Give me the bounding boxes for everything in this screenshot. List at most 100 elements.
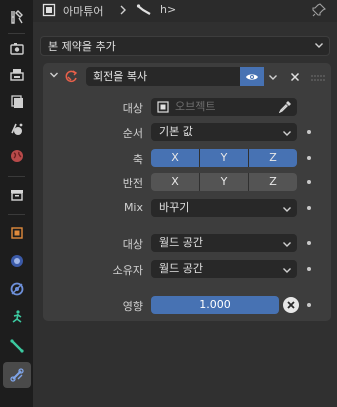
- tab-physics[interactable]: [3, 276, 31, 302]
- influence-row: 영향 1.000: [43, 295, 331, 315]
- tab-view-layer[interactable]: [3, 89, 31, 115]
- constraint-header: 회전을 복사: [43, 63, 331, 89]
- tab-separator: [8, 33, 25, 34]
- keyframe-dot[interactable]: [307, 206, 311, 210]
- tab-armature-data[interactable]: [3, 333, 31, 359]
- order-row: 순서 기본 값: [43, 122, 331, 142]
- owner-space-dropdown[interactable]: 월드 공간: [151, 260, 297, 278]
- breadcrumb: 아마튜어 h>: [33, 0, 337, 22]
- add-bone-constraint-label: 본 제약을 추가: [48, 40, 116, 53]
- axis-toggle-group: X Y Z: [151, 149, 297, 167]
- chevron-down-icon: [282, 237, 292, 255]
- eye-icon: [246, 73, 258, 80]
- properties-editor: 아마튜어 h> 본 제약을 추가 회전을 복사 대상 오브젝트 순서 기본 값 …: [33, 0, 337, 407]
- bone-constraint-icon: [10, 368, 24, 382]
- mix-row: Mix 바꾸기: [43, 198, 331, 218]
- target-space-value: 월드 공간: [159, 236, 203, 249]
- keyframe-dot[interactable]: [307, 303, 311, 307]
- target-space-row: 대상 월드 공간: [43, 233, 331, 253]
- chevron-down-icon: [269, 74, 277, 80]
- modifier-icon: [11, 255, 23, 267]
- target-space-label: 대상: [122, 238, 143, 251]
- target-row: 대상 오브젝트: [43, 97, 331, 117]
- tool-icon: [11, 10, 23, 24]
- properties-tab-strip: [0, 0, 33, 407]
- chevron-down-icon: [282, 263, 292, 281]
- tab-tool[interactable]: [3, 4, 31, 30]
- axis-row: 축 X Y Z: [43, 148, 331, 168]
- invert-label: 반전: [122, 177, 143, 190]
- collapse-chevron-icon[interactable]: [49, 70, 59, 80]
- target-label: 대상: [122, 102, 143, 115]
- invert-y-toggle[interactable]: Y: [200, 173, 249, 191]
- owner-space-row: 소유자 월드 공간: [43, 259, 331, 279]
- tab-collection[interactable]: [3, 182, 31, 208]
- invert-row: 반전 X Y Z: [43, 172, 331, 192]
- invert-x-toggle[interactable]: X: [151, 173, 200, 191]
- object-icon: [157, 101, 169, 116]
- target-object-field[interactable]: 오브젝트: [151, 98, 297, 116]
- tab-bone-constraint[interactable]: [3, 362, 31, 388]
- axis-label: 축: [132, 153, 143, 166]
- keyframe-dot[interactable]: [307, 156, 311, 160]
- tab-output[interactable]: [3, 62, 31, 88]
- target-placeholder: 오브젝트: [175, 100, 216, 113]
- chevron-right-icon: [119, 5, 127, 15]
- constraint-name-field[interactable]: 회전을 복사: [86, 67, 240, 86]
- view-layer-icon: [11, 95, 23, 108]
- add-bone-constraint-dropdown[interactable]: 본 제약을 추가: [40, 36, 330, 56]
- mix-label: Mix: [123, 201, 143, 214]
- keyframe-dot[interactable]: [307, 130, 311, 134]
- mix-value: 바꾸기: [159, 201, 190, 214]
- disable-keep-transform-button[interactable]: [283, 297, 299, 313]
- chevron-down-icon: [282, 126, 292, 144]
- tab-world[interactable]: [3, 143, 31, 169]
- copy-rotation-constraint-panel: 회전을 복사 대상 오브젝트 순서 기본 값 축 X Y Z 반전 X Y Z …: [43, 63, 331, 321]
- influence-label: 영향: [122, 300, 143, 313]
- output-icon: [10, 69, 24, 81]
- constraint-options-dropdown[interactable]: [264, 67, 282, 86]
- keyframe-dot[interactable]: [307, 180, 311, 184]
- render-icon: [10, 43, 24, 55]
- eyedropper-icon[interactable]: [278, 100, 292, 116]
- invert-toggle-group: X Y Z: [151, 173, 297, 191]
- remove-constraint-button[interactable]: [286, 67, 304, 86]
- scene-icon: [11, 123, 23, 135]
- influence-slider[interactable]: 1.000: [151, 296, 279, 314]
- tab-object-constraint[interactable]: [3, 304, 31, 330]
- owner-space-label: 소유자: [112, 264, 143, 277]
- close-icon: [287, 301, 295, 309]
- chevron-down-icon: [282, 202, 292, 220]
- tab-render[interactable]: [3, 36, 31, 62]
- close-icon: [290, 72, 300, 81]
- pin-icon[interactable]: [312, 3, 326, 17]
- object-constraint-icon: [12, 310, 22, 323]
- keyframe-dot[interactable]: [307, 267, 311, 271]
- target-space-dropdown[interactable]: 월드 공간: [151, 234, 297, 252]
- axis-x-toggle[interactable]: X: [151, 149, 200, 167]
- mix-dropdown[interactable]: 바꾸기: [151, 199, 297, 217]
- invert-z-toggle[interactable]: Z: [249, 173, 297, 191]
- object-icon: [11, 227, 23, 239]
- axis-y-toggle[interactable]: Y: [200, 149, 249, 167]
- drag-handle[interactable]: [310, 72, 326, 81]
- tab-object[interactable]: [3, 220, 31, 246]
- tab-modifiers[interactable]: [3, 248, 31, 274]
- physics-icon: [10, 282, 24, 296]
- order-dropdown[interactable]: 기본 값: [151, 123, 297, 141]
- order-label: 순서: [122, 127, 143, 140]
- tab-scene[interactable]: [3, 116, 31, 142]
- world-icon: [11, 150, 23, 162]
- order-value: 기본 값: [159, 125, 193, 138]
- armature-object-icon: [42, 3, 56, 17]
- visibility-toggle[interactable]: [240, 67, 264, 86]
- copy-rotation-constraint-icon: [63, 68, 79, 84]
- chevron-down-icon: [314, 40, 324, 53]
- owner-space-value: 월드 공간: [159, 262, 203, 275]
- breadcrumb-object-name: 아마튜어: [63, 5, 104, 18]
- collection-icon: [11, 190, 23, 201]
- keyframe-dot[interactable]: [307, 241, 311, 245]
- tab-separator: [8, 214, 25, 215]
- axis-z-toggle[interactable]: Z: [249, 149, 297, 167]
- tab-separator: [8, 176, 25, 177]
